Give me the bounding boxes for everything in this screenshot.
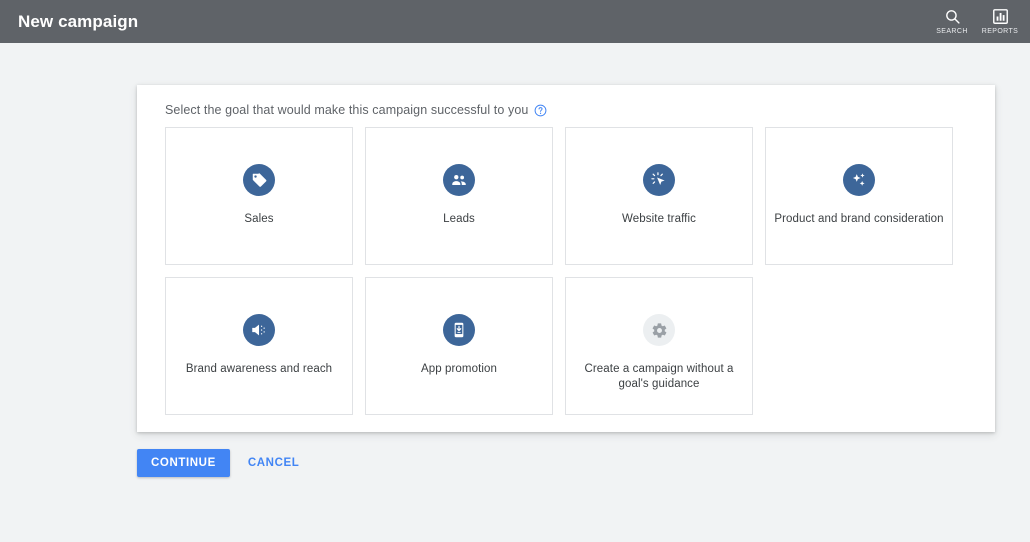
goal-card-label: Product and brand consideration: [774, 213, 944, 225]
search-button-label: SEARCH: [936, 28, 968, 35]
goal-card-label: Brand awareness and reach: [185, 363, 333, 375]
reports-button[interactable]: REPORTS: [976, 0, 1024, 43]
mobile-download-icon-circle: [443, 314, 475, 346]
mobile-download-icon: [450, 321, 468, 339]
price-tag-icon-circle: [243, 164, 275, 196]
people-icon: [450, 171, 468, 189]
prompt-text: Select the goal that would make this cam…: [165, 103, 529, 117]
cancel-button[interactable]: CANCEL: [238, 449, 310, 477]
page-title: New campaign: [18, 11, 139, 31]
gear-icon: [651, 322, 668, 339]
goal-card-website-traffic[interactable]: Website traffic: [565, 127, 753, 265]
sparkles-icon: [850, 171, 868, 189]
top-app-bar: New campaign SEARCH REPORTS: [0, 0, 1030, 43]
search-icon: [944, 8, 961, 25]
goal-card-app-promotion[interactable]: App promotion: [365, 277, 553, 415]
goal-card-label: App promotion: [420, 363, 498, 375]
goal-card-label: Sales: [244, 213, 274, 225]
goal-card-label: Leads: [443, 213, 475, 225]
footer-actions: CONTINUE CANCEL: [137, 449, 309, 477]
goal-card-label: Create a campaign without a goal's guida…: [584, 363, 734, 390]
continue-button[interactable]: CONTINUE: [137, 449, 230, 477]
goal-card-no-goal-guidance[interactable]: Create a campaign without a goal's guida…: [565, 277, 753, 415]
prompt-row: Select the goal that would make this cam…: [165, 103, 995, 117]
search-button[interactable]: SEARCH: [928, 0, 976, 43]
sparkles-icon-circle: [843, 164, 875, 196]
click-cursor-icon: [650, 171, 668, 189]
megaphone-icon-circle: [243, 314, 275, 346]
megaphone-icon: [250, 321, 268, 339]
appbar-actions: SEARCH REPORTS: [928, 0, 1030, 43]
help-circle-icon[interactable]: [534, 104, 547, 117]
reports-icon: [992, 8, 1009, 25]
goal-card-leads[interactable]: Leads: [365, 127, 553, 265]
goal-selection-panel: Select the goal that would make this cam…: [137, 85, 995, 432]
price-tag-icon: [251, 172, 268, 189]
click-cursor-icon-circle: [643, 164, 675, 196]
people-icon-circle: [443, 164, 475, 196]
goal-card-brand-awareness[interactable]: Brand awareness and reach: [165, 277, 353, 415]
goal-card-product-brand-consideration[interactable]: Product and brand consideration: [765, 127, 953, 265]
goal-card-grid: Sales Leads Website traffic Product and …: [165, 127, 953, 415]
reports-button-label: REPORTS: [981, 28, 1019, 35]
gear-icon-circle: [643, 314, 675, 346]
goal-card-label: Website traffic: [622, 213, 696, 225]
goal-card-sales[interactable]: Sales: [165, 127, 353, 265]
